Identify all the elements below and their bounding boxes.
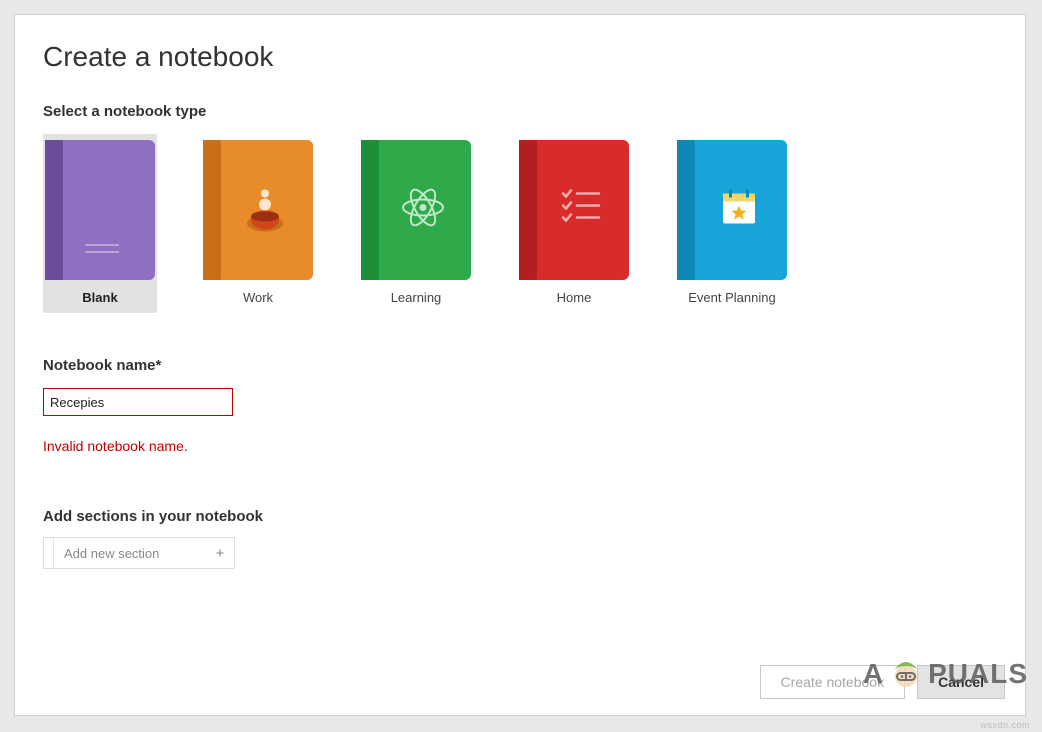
notebook-type-label: Select a notebook type <box>43 103 997 120</box>
notebook-name-input[interactable] <box>43 388 233 416</box>
section-drag-handle <box>44 538 54 568</box>
notebook-icon-home <box>519 140 629 280</box>
notebook-icon-event <box>677 140 787 280</box>
notebook-type-work[interactable]: Work <box>201 134 315 313</box>
notebook-type-learning[interactable]: Learning <box>359 134 473 313</box>
notebook-type-event-planning[interactable]: Event Planning <box>675 134 789 313</box>
notebook-type-home[interactable]: Home <box>517 134 631 313</box>
notebook-icon-blank <box>45 140 155 280</box>
cancel-button[interactable]: Cancel <box>917 665 1005 699</box>
dialog-title: Create a notebook <box>43 41 997 73</box>
notebook-type-label: Learning <box>391 290 442 305</box>
create-notebook-button[interactable]: Create notebook <box>760 665 906 699</box>
notebook-type-label: Blank <box>82 290 117 305</box>
notebook-type-label: Work <box>243 290 273 305</box>
calendar-star-icon <box>717 186 761 235</box>
notebook-name-error: Invalid notebook name. <box>43 438 997 454</box>
notebook-type-label: Event Planning <box>688 290 775 305</box>
add-section-button[interactable]: Add new section + <box>43 537 235 569</box>
create-notebook-dialog: Create a notebook Select a notebook type… <box>14 14 1026 716</box>
notebook-name-label: Notebook name* <box>43 357 997 374</box>
atom-icon <box>398 183 448 238</box>
notebook-type-label: Home <box>557 290 592 305</box>
dialog-footer: Create notebook Cancel <box>760 665 1005 699</box>
notebook-type-blank[interactable]: Blank <box>43 134 157 313</box>
image-credit: wsxdn.com <box>980 720 1030 730</box>
add-sections-label: Add sections in your notebook <box>43 508 997 525</box>
notebook-icon-learning <box>361 140 471 280</box>
add-section-label: Add new section <box>54 546 206 561</box>
notebook-name-group: Notebook name* Invalid notebook name. <box>43 357 997 454</box>
notebook-icon-work <box>203 140 313 280</box>
plus-icon: + <box>206 545 234 562</box>
coffee-icon <box>243 180 287 241</box>
notebook-type-list: Blank Work <box>43 134 997 313</box>
checklist-icon <box>559 186 603 235</box>
